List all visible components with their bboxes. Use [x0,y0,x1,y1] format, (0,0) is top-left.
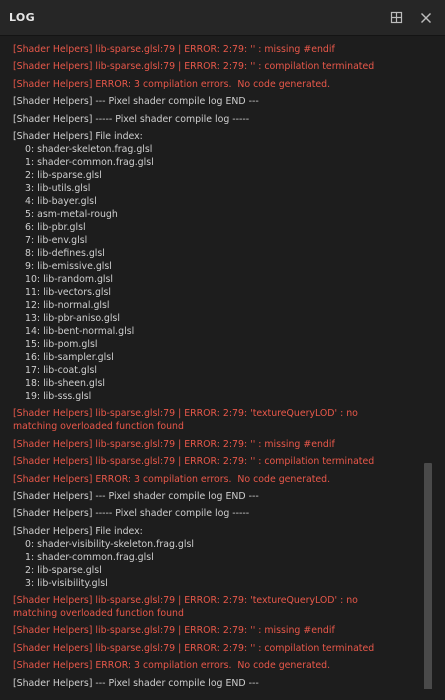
log-line-info: [Shader Helpers] --- Pixel shader compil… [13,96,259,108]
log-file-index-entry: 13: lib-pbr-aniso.glsl [25,312,120,324]
log-file-index-entry: 3: lib-utils.glsl [25,182,91,194]
log-file-index-entry: 8: lib-defines.glsl [25,247,105,259]
log-line-error: [Shader Helpers] lib-sparse.glsl:79 | ER… [13,625,335,637]
log-line-error: [Shader Helpers] ERROR: 3 compilation er… [13,660,331,672]
log-file-index-entry: 4: lib-bayer.glsl [25,195,97,207]
close-icon[interactable] [419,10,433,24]
log-line-error: [Shader Helpers] lib-sparse.glsl:79 | ER… [13,408,361,433]
log-file-index-entry: 7: lib-env.glsl [25,234,88,246]
log-file-index-entry: 5: asm-metal-rough [25,208,118,220]
log-line-info: [Shader Helpers] --- Pixel shader compil… [13,490,259,502]
log-output[interactable]: [Shader Helpers] lib-sparse.glsl:79 | ER… [0,37,434,689]
log-line-error: [Shader Helpers] ERROR: 3 compilation er… [13,473,331,485]
log-file-index-entry: 19: lib-sss.glsl [25,390,92,402]
panel-title: LOG [9,11,35,24]
log-file-index-entry: 3: lib-visibility.glsl [25,577,108,589]
log-scrollbar-track[interactable] [434,37,445,689]
log-line-info: [Shader Helpers] File index: [13,525,143,537]
log-file-index-entry: 1: shader-common.frag.glsl [25,551,154,563]
log-file-index-entry: 12: lib-normal.glsl [25,299,110,311]
log-line-error: [Shader Helpers] lib-sparse.glsl:79 | ER… [13,456,375,468]
log-line-error: [Shader Helpers] lib-sparse.glsl:79 | ER… [13,642,375,654]
log-file-index-entry: 9: lib-emissive.glsl [25,260,112,272]
panel-footer [0,689,445,700]
log-file-index-entry: 18: lib-sheen.glsl [25,377,105,389]
log-file-index-entry: 10: lib-random.glsl [25,273,113,285]
log-line-info: [Shader Helpers] File index: [13,130,143,142]
log-line-error: [Shader Helpers] ERROR: 3 compilation er… [13,78,331,90]
log-file-index-entry: 0: shader-visibility-skeleton.frag.glsl [25,538,194,550]
log-line-error: [Shader Helpers] lib-sparse.glsl:79 | ER… [13,44,335,55]
log-file-index-entry: 14: lib-bent-normal.glsl [25,325,135,337]
panel-titlebar: LOG [0,0,445,36]
log-line-info: [Shader Helpers] --- Pixel shader compil… [13,677,259,689]
log-line-error: [Shader Helpers] lib-sparse.glsl:79 | ER… [13,61,375,73]
log-file-index-entry: 17: lib-coat.glsl [25,364,97,376]
log-file-index-entry: 0: shader-skeleton.frag.glsl [25,143,153,155]
log-scrollbar-thumb[interactable] [424,463,432,691]
log-file-index-entry: 2: lib-sparse.glsl [25,169,102,181]
log-panel: LOG [Shader Helpers] lib-sparse.glsl:79 … [0,0,445,700]
log-line-info: [Shader Helpers] ----- Pixel shader comp… [13,113,250,125]
log-line-error: [Shader Helpers] lib-sparse.glsl:79 | ER… [13,438,335,450]
log-file-index-entry: 11: lib-vectors.glsl [25,286,112,298]
log-file-index-entry: 2: lib-sparse.glsl [25,564,102,576]
log-line-info: [Shader Helpers] ----- Pixel shader comp… [13,508,250,520]
log-file-index-entry: 16: lib-sampler.glsl [25,351,114,363]
log-file-index-entry: 1: shader-common.frag.glsl [25,156,154,168]
log-line-error: [Shader Helpers] lib-sparse.glsl:79 | ER… [13,595,361,620]
panel-float-icon[interactable] [390,10,404,24]
log-file-index-entry: 6: lib-pbr.glsl [25,221,86,233]
log-file-index-entry: 15: lib-pom.glsl [25,338,98,350]
